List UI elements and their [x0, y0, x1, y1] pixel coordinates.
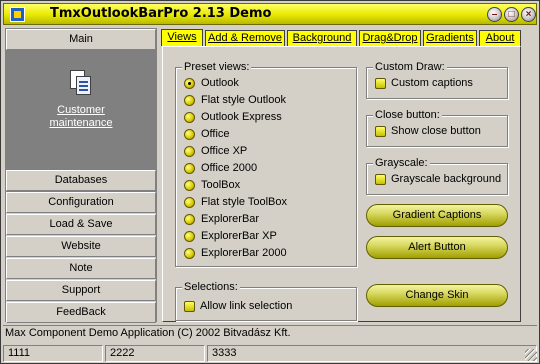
radio-label: Office 2000 [201, 162, 258, 174]
close-icon[interactable]: × [521, 7, 536, 22]
group-databases-button[interactable]: Databases [6, 170, 156, 191]
views-tab-page: Preset views: Outlook Flat style Outlook… [162, 46, 521, 322]
tab-add-remove[interactable]: Add & Remove [205, 30, 285, 46]
group-website-button[interactable]: Website [6, 236, 156, 257]
group-main-button[interactable]: Main [6, 29, 156, 50]
minimize-icon[interactable]: – [487, 7, 502, 22]
preset-views-title: Preset views: [182, 61, 252, 74]
group-feedback-button[interactable]: FeedBack [6, 302, 156, 323]
status-bar: 1111 2222 3333 [1, 345, 539, 363]
status-panel-2: 2222 [105, 345, 205, 362]
outlook-bar: Main Customer maintenance ▼ Databases Co… [5, 28, 157, 323]
app-icon [10, 7, 25, 22]
status-panel-3: 3333 [207, 345, 537, 362]
change-skin-button[interactable]: Change Skin [366, 284, 508, 307]
checkbox-label: Show close button [391, 125, 481, 137]
radio-label: ExplorerBar [201, 213, 260, 225]
checkbox-label: Custom captions [391, 77, 473, 89]
radio-label: Outlook Express [201, 111, 282, 123]
preset-views-group: Preset views: Outlook Flat style Outlook… [175, 61, 357, 267]
radio-icon[interactable] [184, 112, 195, 123]
radio-label: Outlook [201, 77, 239, 89]
radio-label: Flat style ToolBox [201, 196, 288, 208]
group-configuration-button[interactable]: Configuration [6, 192, 156, 213]
radio-selected-icon[interactable] [184, 78, 195, 89]
app-window: TmxOutlookBarPro 2.13 Demo – □ × Main Cu… [0, 0, 540, 364]
group-load-save-button[interactable]: Load & Save [6, 214, 156, 235]
title-bar[interactable]: TmxOutlookBarPro 2.13 Demo – □ × [3, 3, 537, 25]
radio-icon[interactable] [184, 248, 195, 259]
checkbox-label: Allow link selection [200, 300, 293, 312]
alert-button[interactable]: Alert Button [366, 236, 508, 259]
gradient-captions-button[interactable]: Gradient Captions [366, 204, 508, 227]
tab-drag-drop[interactable]: Drag&Drop [359, 30, 421, 46]
radio-icon[interactable] [184, 95, 195, 106]
grayscale-title: Grayscale: [373, 157, 430, 170]
checkbox-label: Grayscale background [391, 173, 502, 185]
customer-maintenance-item[interactable]: Customer maintenance [6, 104, 156, 130]
selections-group: Selections: Allow link selection [175, 281, 357, 321]
radio-label: Flat style Outlook [201, 94, 286, 106]
radio-icon[interactable] [184, 231, 195, 242]
radio-label: ExplorerBar 2000 [201, 247, 287, 259]
radio-icon[interactable] [184, 197, 195, 208]
grayscale-group: Grayscale: Grayscale background [366, 157, 508, 195]
radio-label: ExplorerBar XP [201, 230, 277, 242]
tab-gradients[interactable]: Gradients [423, 30, 477, 46]
selections-title: Selections: [182, 281, 240, 294]
maximize-icon[interactable]: □ [504, 7, 519, 22]
status-panel-1: 1111 [3, 345, 103, 362]
radio-icon[interactable] [184, 163, 195, 174]
checkbox-icon[interactable] [184, 301, 195, 312]
status-text: Max Component Demo Application (C) 2002 … [3, 325, 537, 341]
radio-icon[interactable] [184, 129, 195, 140]
radio-icon[interactable] [184, 146, 195, 157]
checkbox-icon[interactable] [375, 174, 386, 185]
tab-about[interactable]: About [479, 30, 521, 46]
custom-draw-title: Custom Draw: [373, 61, 447, 74]
radio-icon[interactable] [184, 180, 195, 191]
radio-label: Office [201, 128, 230, 140]
item-label-line1: Customer [57, 104, 105, 116]
tab-background[interactable]: Background [287, 30, 357, 46]
group-note-button[interactable]: Note [6, 258, 156, 279]
item-label-line2: maintenance [49, 117, 113, 129]
radio-label: ToolBox [201, 179, 241, 191]
close-button-group: Close button: Show close button [366, 109, 508, 147]
group-support-button[interactable]: Support [6, 280, 156, 301]
documents-icon[interactable] [70, 70, 92, 96]
resize-grip-icon[interactable] [525, 349, 537, 361]
close-button-title: Close button: [373, 109, 442, 122]
radio-label: Office XP [201, 145, 248, 157]
checkbox-icon[interactable] [375, 78, 386, 89]
custom-draw-group: Custom Draw: Custom captions [366, 61, 508, 99]
window-title: TmxOutlookBarPro 2.13 Demo [50, 6, 272, 21]
tab-views[interactable]: Views [161, 29, 203, 46]
radio-icon[interactable] [184, 214, 195, 225]
checkbox-icon[interactable] [375, 126, 386, 137]
